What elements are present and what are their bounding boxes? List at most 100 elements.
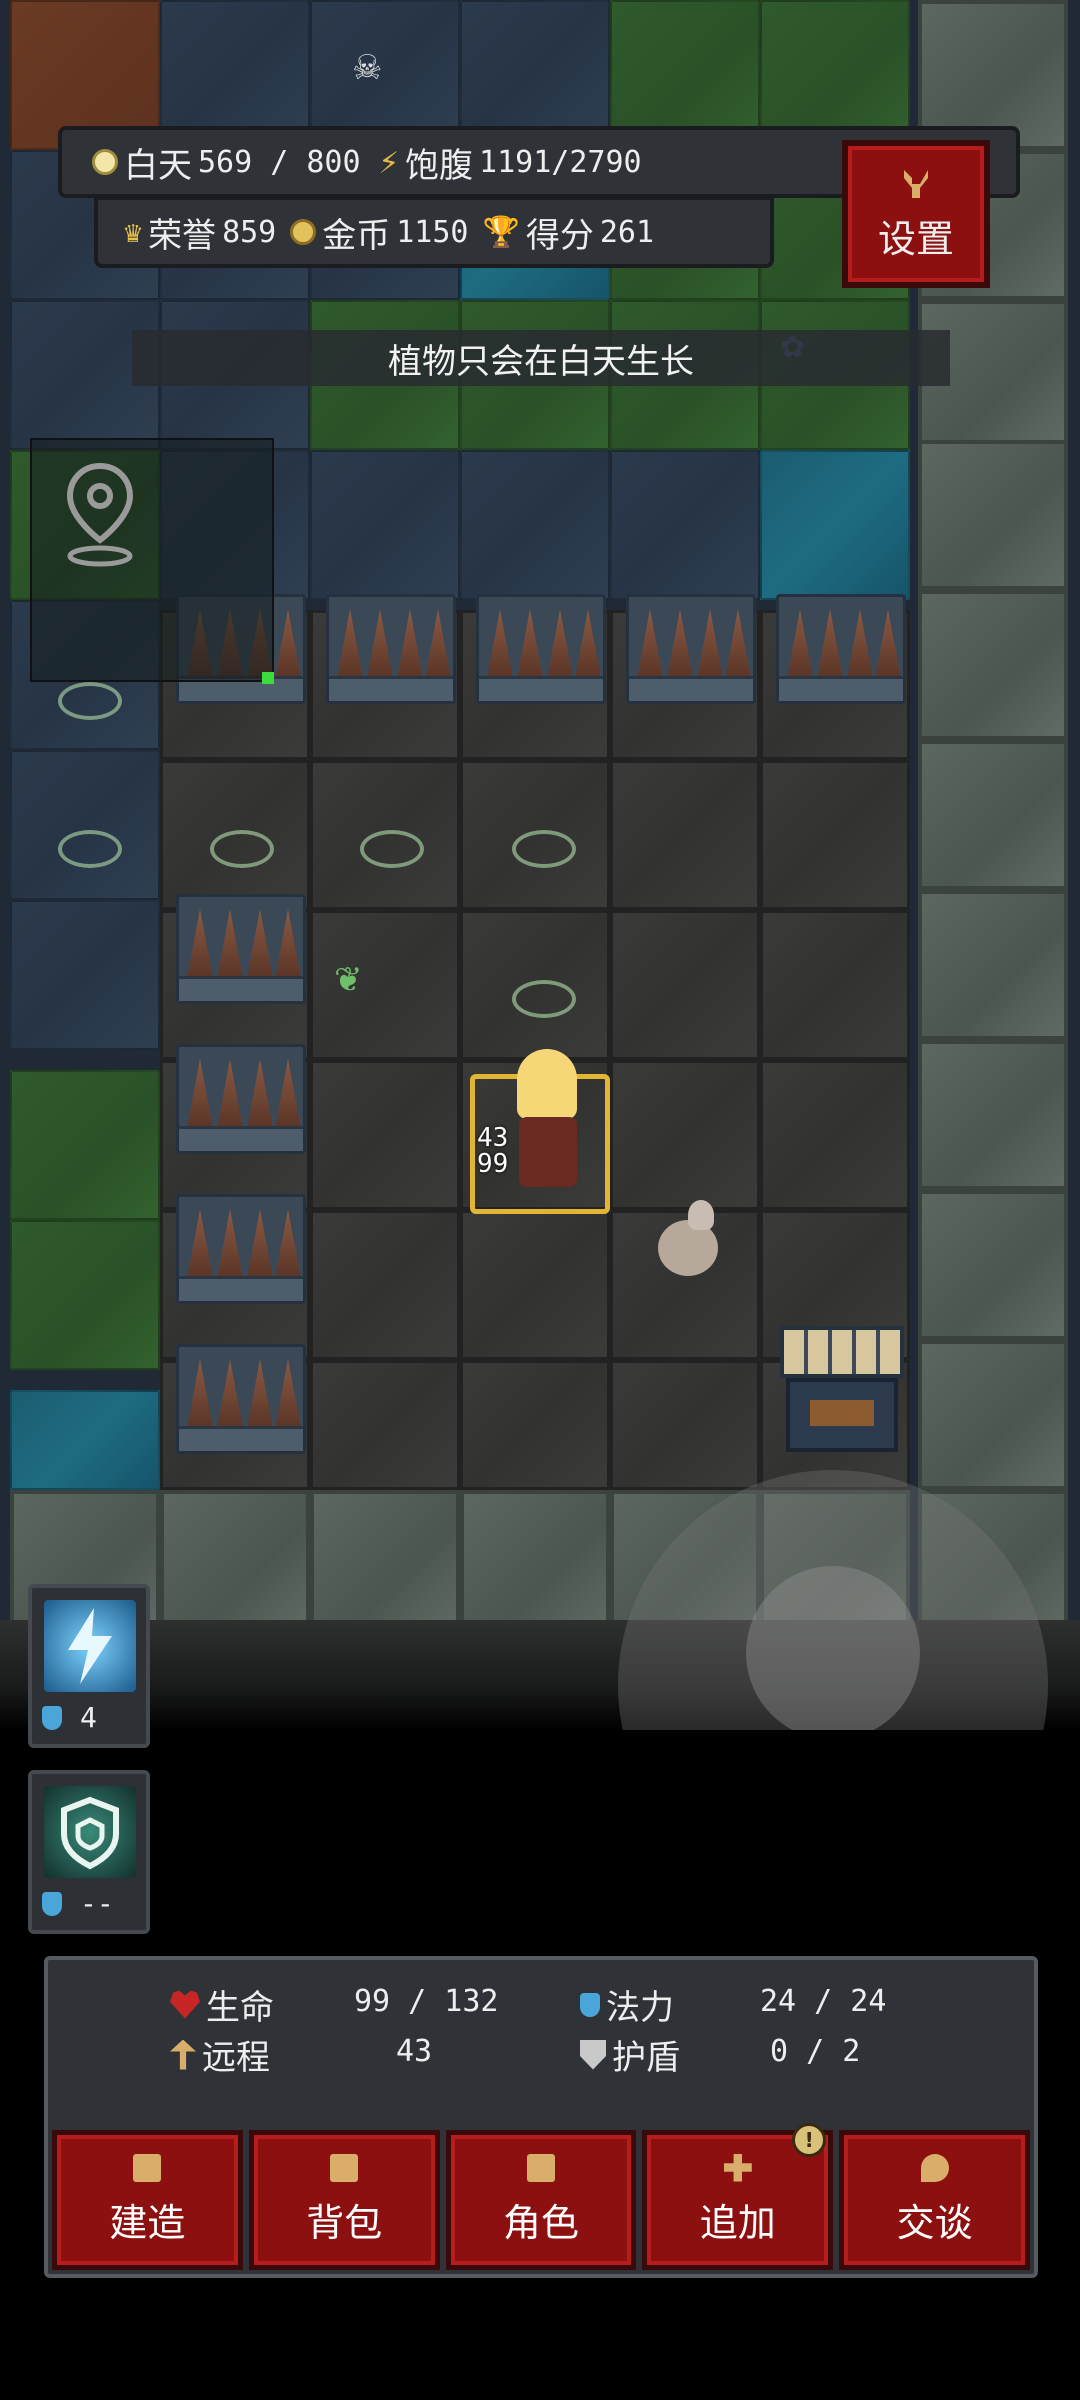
append-button[interactable]: 追加 ! — [642, 2123, 834, 2270]
floor-tile — [610, 1060, 760, 1210]
target-ring[interactable] — [512, 980, 576, 1018]
shield-rune-icon — [44, 1786, 136, 1878]
notification-toast: 植物只会在白天生长 — [132, 330, 950, 386]
stat-shield-value: 0 / 2 — [770, 2034, 861, 2069]
stat-life: 生命 — [170, 1980, 274, 2029]
hud-gold: 金币 1150 — [290, 208, 469, 257]
trophy-icon: 🏆 — [482, 214, 520, 250]
floor-tile — [310, 1060, 460, 1210]
inventory-button[interactable]: 背包 — [248, 2130, 440, 2270]
toast-message: 植物只会在白天生长 — [388, 341, 694, 382]
stat-mana-value: 24 / 24 — [760, 1984, 887, 2019]
stat-ranged: 远程 — [170, 2030, 270, 2079]
spike-trap[interactable] — [476, 594, 606, 704]
stat-mana-label: 法力 — [606, 1988, 674, 2028]
plus-icon — [723, 2153, 752, 2182]
plant-sprout-icon: ❦ — [334, 960, 363, 1000]
build-button[interactable]: 建造 — [52, 2130, 243, 2270]
mana-flask-icon — [580, 1992, 600, 2017]
hud-hunger: ⚡ 饱腹 1191/2790 — [379, 138, 642, 187]
minimap[interactable] — [30, 438, 274, 684]
lightning-bolt-icon — [68, 1608, 112, 1684]
minimap-player-marker — [262, 672, 274, 684]
floor-tile — [760, 910, 910, 1060]
player-head — [517, 1049, 577, 1119]
shop-stall[interactable] — [780, 1326, 904, 1456]
shield-icon — [580, 2039, 606, 2070]
map-tile-stone — [310, 450, 460, 600]
character-label: 角色 — [502, 2200, 579, 2245]
target-ring[interactable] — [210, 830, 274, 868]
lightning-spell-icon — [44, 1600, 136, 1692]
shield-outline-icon — [61, 1796, 119, 1870]
bag-icon — [330, 2153, 359, 2182]
floor-tile — [610, 1360, 760, 1490]
floor-tile — [460, 1360, 610, 1490]
floor-tile — [760, 760, 910, 910]
floor-tile — [610, 910, 760, 1060]
target-ring[interactable] — [58, 682, 122, 720]
quickslot-shield-rune[interactable]: -- — [28, 1770, 150, 1934]
map-tile-stone — [460, 450, 610, 600]
map-tile-stone — [10, 750, 160, 900]
hud-score-value: 261 — [599, 214, 655, 250]
notification-badge: ! — [792, 2123, 827, 2157]
lightning-icon: ⚡ — [378, 142, 400, 182]
spike-trap[interactable] — [176, 894, 306, 1004]
skull-icon: ☠ — [352, 48, 383, 88]
target-ring[interactable] — [58, 830, 122, 868]
hud-honor-value: 859 — [222, 214, 277, 250]
floor-tile — [310, 1210, 460, 1360]
stat-mana: 法力 — [580, 1980, 674, 2029]
wall-tile — [918, 440, 1068, 590]
hud-hunger-value: 1191/2790 — [479, 144, 642, 180]
bird-npc[interactable] — [648, 1200, 726, 1300]
wrench-icon — [904, 169, 928, 198]
mana-flask-icon — [42, 1705, 62, 1730]
spike-trap[interactable] — [176, 1194, 306, 1304]
hud-day-value: 569 / 800 — [198, 144, 361, 180]
hud-score-label: 得分 — [525, 215, 594, 256]
stat-shield-label: 护盾 — [612, 2038, 680, 2078]
wall-tile — [918, 1040, 1068, 1190]
map-tile-grass — [10, 1220, 160, 1370]
map-tile-water — [10, 1390, 160, 1490]
quickslot-2-count: -- — [80, 1887, 114, 1920]
talk-button[interactable]: 交谈 — [839, 2130, 1030, 2270]
quickslot-1-count: 4 — [80, 1701, 97, 1734]
joystick-knob[interactable] — [746, 1566, 920, 1730]
target-ring[interactable] — [512, 830, 576, 868]
character-button[interactable]: 角色 — [445, 2130, 637, 2270]
append-label: 追加 — [699, 2200, 776, 2245]
spike-trap[interactable] — [326, 594, 456, 704]
spike-trap[interactable] — [176, 1044, 306, 1154]
spike-trap[interactable] — [776, 594, 906, 704]
spike-trap[interactable] — [176, 1344, 306, 1454]
hud-gold-value: 1150 — [396, 214, 469, 250]
floor-tile — [310, 1360, 460, 1490]
location-pin-icon — [66, 462, 134, 567]
stat-life-label: 生命 — [206, 1988, 274, 2028]
wall-tile — [918, 740, 1068, 890]
talk-label: 交谈 — [896, 2200, 973, 2245]
wall-tile — [310, 1490, 460, 1640]
map-tile-stone — [10, 900, 160, 1050]
wall-tile — [460, 1490, 610, 1640]
settings-button[interactable]: 设置 — [842, 140, 990, 288]
stat-shield: 护盾 — [580, 2030, 680, 2079]
player-character[interactable]: 43 99 — [470, 1049, 610, 1214]
target-ring[interactable] — [360, 830, 424, 868]
quickslot-count-row: 4 — [42, 1701, 97, 1734]
stat-ranged-label: 远程 — [202, 2038, 270, 2078]
stat-ranged-value: 43 — [396, 2034, 433, 2069]
quickslot-lightning-spell[interactable]: 4 — [28, 1584, 150, 1748]
floor-tile — [310, 910, 460, 1060]
floor-tile — [460, 1210, 610, 1360]
settings-label: 设置 — [877, 216, 954, 261]
spike-trap[interactable] — [626, 594, 756, 704]
map-tile-grass — [10, 1070, 160, 1220]
bird-head — [688, 1200, 714, 1230]
wall-tile — [160, 1490, 310, 1640]
hammer-icon — [133, 2153, 162, 2182]
gold-coin-icon — [290, 219, 317, 245]
